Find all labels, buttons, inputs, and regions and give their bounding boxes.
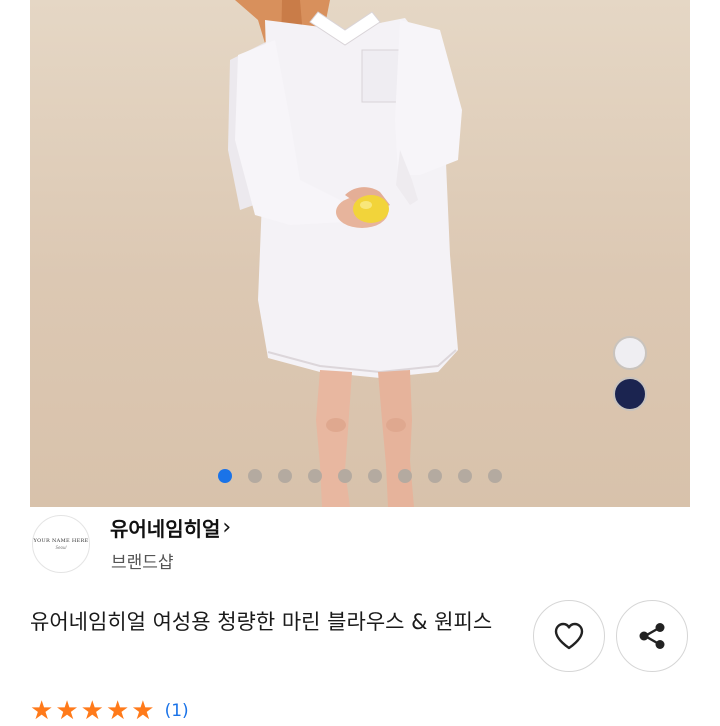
share-icon bbox=[639, 623, 665, 649]
color-swatch-navy[interactable] bbox=[613, 377, 647, 411]
carousel-dot[interactable] bbox=[338, 469, 352, 483]
review-count[interactable]: (1) bbox=[165, 701, 189, 721]
star-icon: ★ bbox=[55, 696, 79, 726]
like-button[interactable] bbox=[533, 600, 605, 672]
carousel-dot[interactable] bbox=[428, 469, 442, 483]
carousel-dot[interactable] bbox=[308, 469, 322, 483]
heart-icon bbox=[554, 622, 584, 650]
brand-logo-text: YOUR NAME HERE bbox=[33, 538, 89, 544]
carousel-dot[interactable] bbox=[278, 469, 292, 483]
carousel-pagination bbox=[218, 469, 502, 483]
carousel-dot[interactable] bbox=[398, 469, 412, 483]
image-margin-left bbox=[0, 0, 30, 507]
carousel-dot[interactable] bbox=[458, 469, 472, 483]
carousel-dot[interactable] bbox=[218, 469, 232, 483]
share-button[interactable] bbox=[616, 600, 688, 672]
star-icon: ★ bbox=[80, 696, 104, 726]
star-icon: ★ bbox=[30, 696, 54, 726]
image-margin-right bbox=[690, 0, 720, 507]
carousel-dot[interactable] bbox=[488, 469, 502, 483]
color-swatch-white[interactable] bbox=[613, 336, 647, 370]
model-photo bbox=[228, 0, 462, 507]
star-rating: ★ ★ ★ ★ ★ bbox=[30, 698, 157, 724]
carousel-dot[interactable] bbox=[368, 469, 382, 483]
product-image[interactable] bbox=[0, 0, 720, 507]
brand-logo[interactable]: YOUR NAME HERE Seoul bbox=[32, 515, 90, 573]
star-icon: ★ bbox=[105, 696, 130, 726]
brand-logo-signature: Seoul bbox=[55, 545, 67, 550]
brand-name-link[interactable]: 유어네임히얼 › bbox=[110, 513, 231, 542]
chevron-right-icon: › bbox=[222, 515, 232, 540]
brand-row[interactable]: YOUR NAME HERE Seoul 유어네임히얼 › 브랜드샵 bbox=[0, 507, 720, 595]
star-icon: ★ bbox=[131, 696, 155, 726]
rating-row[interactable]: ★ ★ ★ ★ ★ (1) bbox=[30, 698, 189, 724]
carousel-dot[interactable] bbox=[248, 469, 262, 483]
product-title: 유어네임히얼 여성용 청량한 마린 블라우스 & 원피스 bbox=[30, 610, 493, 634]
brand-name: 유어네임히얼 bbox=[110, 517, 221, 541]
brand-type-label: 브랜드샵 bbox=[111, 553, 174, 573]
